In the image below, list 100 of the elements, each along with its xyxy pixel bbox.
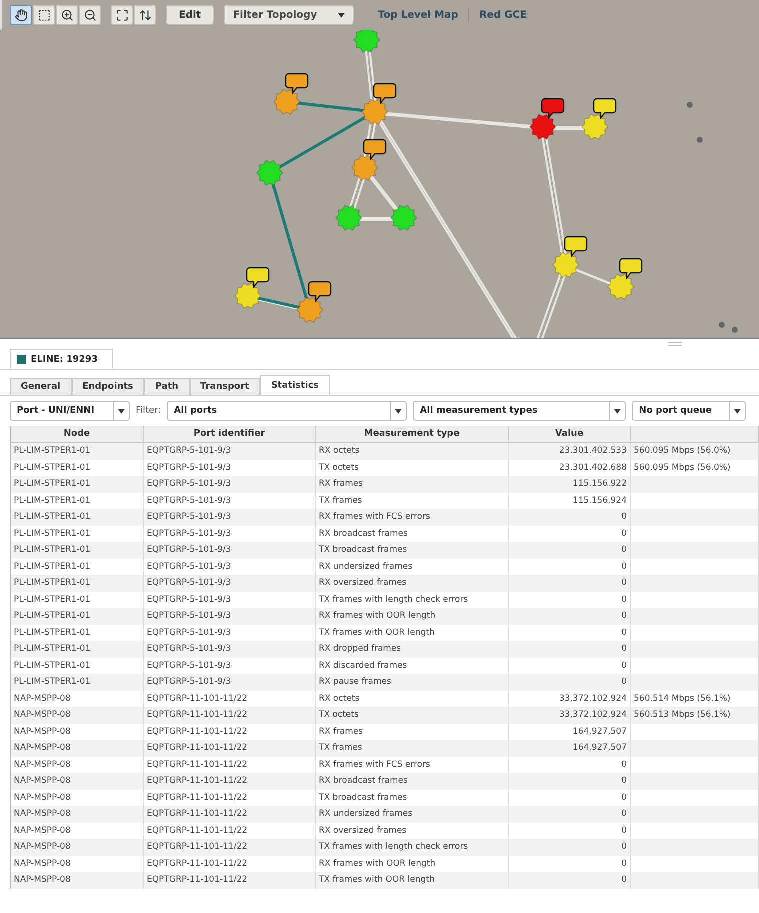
table-cell: EQPTGRP-11-101-11/22 <box>144 690 316 707</box>
table-cell: TX octets <box>316 460 509 476</box>
table-cell: 0 <box>509 806 631 822</box>
table-cell: 0 <box>509 856 631 872</box>
pan-button[interactable] <box>134 5 156 25</box>
table-cell: 0 <box>509 575 631 592</box>
table-cell: 0 <box>509 526 631 542</box>
table-cell: RX discarded frames <box>316 658 509 674</box>
zoom-in-button[interactable] <box>56 5 78 25</box>
table-cell: PL-LIM-STPER1-01 <box>11 443 144 460</box>
measurement-filter-dropdown[interactable]: All measurement types <box>413 401 626 421</box>
table-cell: EQPTGRP-5-101-9/3 <box>144 492 316 509</box>
table-cell: EQPTGRP-5-101-9/3 <box>144 526 316 542</box>
caret-icon <box>395 408 402 414</box>
table-cell: 560.514 Mbps (56.1%) <box>631 690 759 707</box>
table-cell: 0 <box>509 822 631 839</box>
detail-tab[interactable]: Endpoints <box>72 378 144 395</box>
table-cell: PL-LIM-STPER1-01 <box>11 674 144 690</box>
zoom-out-icon <box>84 8 96 22</box>
filter-topology-dropdown[interactable]: Filter Topology <box>224 5 354 25</box>
table-cell: RX pause frames <box>316 674 509 690</box>
table-cell: RX frames with OOR length <box>316 856 509 872</box>
table-cell: 560.095 Mbps (56.0%) <box>631 460 759 476</box>
table-cell: 115.156.924 <box>509 492 631 509</box>
column-header[interactable]: Value <box>509 426 631 443</box>
port-filter-dropdown[interactable]: All ports <box>167 401 408 421</box>
select-tool-button[interactable] <box>33 5 55 25</box>
table-cell: PL-LIM-STPER1-01 <box>11 608 144 624</box>
table-cell: PL-LIM-STPER1-01 <box>11 658 144 674</box>
table-cell: RX undersized frames <box>316 558 509 575</box>
zoom-out-button[interactable] <box>79 5 101 25</box>
expand-icon <box>116 8 128 22</box>
table-cell: RX octets <box>316 443 509 460</box>
table-cell: TX frames with OOR length <box>316 872 509 888</box>
table-cell: NAP-MSPP-08 <box>11 806 144 822</box>
table-cell: RX broadcast frames <box>316 526 509 542</box>
table-cell: NAP-MSPP-08 <box>11 690 144 707</box>
table-cell: RX undersized frames <box>316 806 509 822</box>
service-icon <box>17 355 26 364</box>
table-cell: PL-LIM-STPER1-01 <box>11 558 144 575</box>
table-cell: PL-LIM-STPER1-01 <box>11 526 144 542</box>
column-header[interactable]: Port identifier <box>144 426 316 443</box>
breadcrumb-link[interactable]: Top Level Map <box>372 10 464 20</box>
fit-view-button[interactable] <box>111 5 133 25</box>
detail-tab[interactable]: Transport <box>190 378 260 395</box>
table-cell: 0 <box>509 509 631 526</box>
table-cell: EQPTGRP-5-101-9/3 <box>144 443 316 460</box>
table-cell: EQPTGRP-5-101-9/3 <box>144 509 316 526</box>
table-cell: TX broadcast frames <box>316 790 509 806</box>
eline-title: ELINE: 19293 <box>31 354 98 364</box>
table-cell: RX frames with FCS errors <box>316 756 509 773</box>
table-cell: EQPTGRP-11-101-11/22 <box>144 822 316 839</box>
table-cell: NAP-MSPP-08 <box>11 839 144 856</box>
table-cell: NAP-MSPP-08 <box>11 790 144 806</box>
column-header[interactable]: Node <box>11 426 144 443</box>
table-cell: EQPTGRP-5-101-9/3 <box>144 542 316 558</box>
table-cell: TX frames <box>316 492 509 509</box>
table-cell: RX frames <box>316 476 509 492</box>
table-cell: PL-LIM-STPER1-01 <box>11 641 144 658</box>
table-cell: EQPTGRP-11-101-11/22 <box>144 856 316 872</box>
table-cell: EQPTGRP-5-101-9/3 <box>144 674 316 690</box>
table-cell: EQPTGRP-11-101-11/22 <box>144 773 316 790</box>
detail-tab[interactable]: Statistics <box>260 375 330 395</box>
table-cell: PL-LIM-STPER1-01 <box>11 476 144 492</box>
table-cell: RX dropped frames <box>316 641 509 658</box>
table-cell: 23.301.402.533 <box>509 443 631 460</box>
table-cell: EQPTGRP-5-101-9/3 <box>144 558 316 575</box>
table-cell: EQPTGRP-11-101-11/22 <box>144 756 316 773</box>
queue-filter-dropdown[interactable]: No port queue <box>632 401 746 421</box>
eline-tab[interactable]: ELINE: 19293 <box>10 349 113 369</box>
column-header[interactable]: Measurement type <box>316 426 509 443</box>
table-cell: 0 <box>509 608 631 624</box>
table-cell: NAP-MSPP-08 <box>11 707 144 724</box>
splitter-handle[interactable] <box>668 342 682 346</box>
filter-label: Filter: <box>136 406 162 416</box>
table-cell: 33,372,102,924 <box>509 690 631 707</box>
edit-button[interactable]: Edit <box>166 5 214 25</box>
table-cell: EQPTGRP-11-101-11/22 <box>144 839 316 856</box>
hand-tool-button[interactable] <box>10 5 32 25</box>
table-cell: RX frames with OOR length <box>316 608 509 624</box>
table-cell: TX frames with length check errors <box>316 839 509 856</box>
table-cell: TX frames <box>316 740 509 756</box>
table-cell: NAP-MSPP-08 <box>11 773 144 790</box>
table-cell: RX oversized frames <box>316 822 509 839</box>
detail-tab[interactable]: General <box>10 378 72 395</box>
table-cell: EQPTGRP-5-101-9/3 <box>144 641 316 658</box>
port-type-dropdown[interactable]: Port - UNI/ENNI <box>10 401 130 421</box>
table-cell: EQPTGRP-5-101-9/3 <box>144 460 316 476</box>
table-cell: 0 <box>509 624 631 641</box>
breadcrumb-link[interactable]: Red GCE <box>473 10 533 20</box>
table-cell: EQPTGRP-5-101-9/3 <box>144 476 316 492</box>
detail-tab[interactable]: Path <box>144 378 190 395</box>
caret-icon <box>734 408 742 414</box>
table-cell: RX oversized frames <box>316 575 509 592</box>
dashed-square-icon <box>38 8 50 22</box>
table-cell: PL-LIM-STPER1-01 <box>11 509 144 526</box>
table-cell: EQPTGRP-11-101-11/22 <box>144 724 316 740</box>
table-cell: EQPTGRP-5-101-9/3 <box>144 575 316 592</box>
table-cell: 164,927,507 <box>509 740 631 756</box>
table-cell: 0 <box>509 773 631 790</box>
